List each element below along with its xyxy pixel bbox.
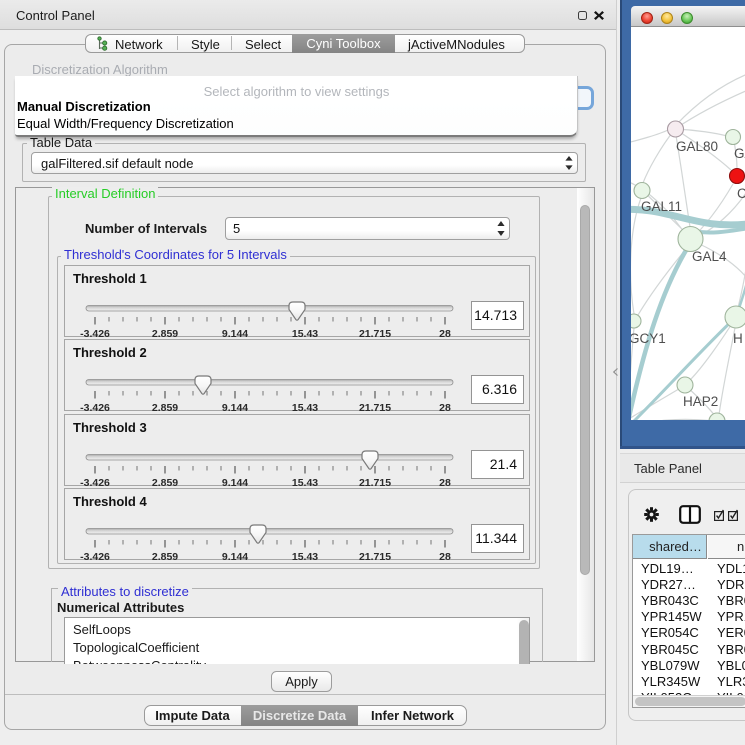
svg-text:HAP2: HAP2	[683, 394, 718, 409]
svg-text:GA: GA	[734, 146, 745, 161]
svg-text:GAL11: GAL11	[641, 199, 682, 214]
svg-text:GCY1: GCY1	[631, 331, 666, 346]
svg-text:H: H	[733, 331, 743, 346]
svg-text:GAL4: GAL4	[692, 249, 727, 264]
svg-text:GAL80: GAL80	[676, 139, 718, 154]
svg-text:C: C	[737, 186, 745, 201]
